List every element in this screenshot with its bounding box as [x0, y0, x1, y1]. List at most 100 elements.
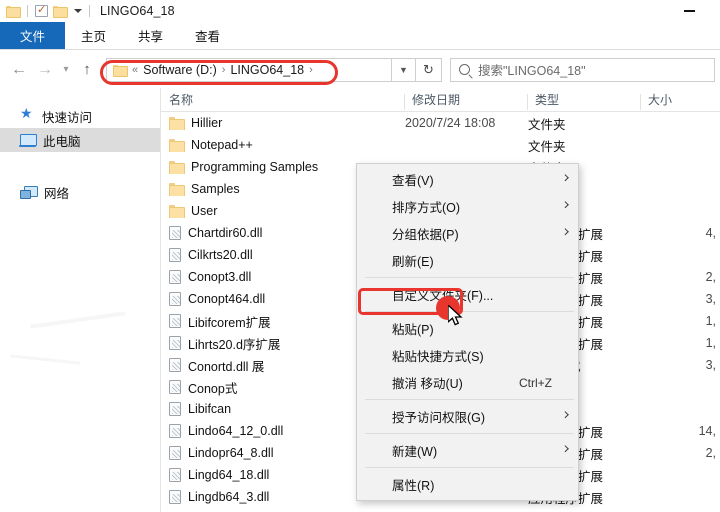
search-box[interactable]: 搜索"LINGO64_18" [450, 57, 715, 82]
tab-file[interactable]: 文件 [0, 22, 66, 49]
tab-share[interactable]: 共享 [122, 22, 179, 49]
new-folder-icon[interactable] [53, 5, 68, 18]
file-size-cell: 3, [705, 292, 716, 306]
dll-icon [169, 468, 181, 482]
column-header-date[interactable]: 修改日期 [404, 91, 527, 110]
address-bar-wrap: « Software (D:) › LINGO64_18 › ▼ ↻ 搜索"LI… [106, 57, 715, 82]
file-name-label: Notepad++ [191, 138, 253, 152]
file-name-label: Cilkrts20.dll [188, 248, 253, 262]
address-bar[interactable]: « Software (D:) › LINGO64_18 › [106, 57, 392, 82]
file-name-label: Conopt464.dll [188, 292, 266, 306]
menu-item-label: 排序方式(O) [392, 201, 461, 215]
sidebar-item-label: 此电脑 [43, 134, 81, 149]
folder-icon[interactable] [6, 5, 21, 18]
chevron-down-icon[interactable] [74, 9, 82, 13]
menu-item[interactable]: 查看(V) [357, 166, 578, 193]
menu-item-label: 自定义文件夹(F)... [392, 289, 494, 303]
folder-icon [169, 117, 185, 130]
forward-button[interactable]: → [32, 57, 58, 83]
menu-item-label: 粘贴(P) [392, 323, 434, 337]
folder-icon [169, 183, 185, 196]
file-name-label: Libifcorem扩展 [188, 315, 271, 330]
file-name-label: Lindopr64_8.dll [188, 446, 274, 460]
dll-icon [169, 446, 181, 460]
sidebar-item-quick-access[interactable]: 快速访问 [0, 104, 160, 128]
chevron-right-icon [561, 227, 569, 235]
search-input[interactable]: 搜索"LINGO64_18" [478, 60, 586, 79]
file-name-label: Conopt3.dll [188, 270, 252, 284]
file-name-label: Lindo64_12_0.dll [188, 424, 284, 438]
menu-separator [365, 467, 574, 468]
chevron-right-icon [561, 200, 569, 208]
menu-item[interactable]: 分组依据(P) [357, 220, 578, 247]
sidebar-item-this-pc[interactable]: 此电脑 [0, 128, 160, 152]
chevron-right-icon [561, 173, 569, 181]
file-name-label: Hillier [191, 116, 223, 130]
menu-item[interactable]: 粘贴快捷方式(S) [357, 342, 578, 369]
file-size-cell: 4, [705, 226, 716, 240]
menu-separator [365, 433, 574, 434]
sidebar-item-label: 快速访问 [42, 110, 93, 125]
breadcrumb-separator-1[interactable]: › [222, 64, 226, 76]
dll-icon [169, 490, 181, 504]
file-name-label: Lingdb64_3.dll [188, 490, 270, 504]
table-row[interactable]: Notepad++ 文件夹 [161, 134, 720, 156]
menu-item[interactable]: 刷新(E) [357, 247, 578, 274]
recent-locations-button[interactable]: ▾ [58, 57, 74, 83]
dll-icon [169, 380, 181, 394]
dll-icon [169, 424, 181, 438]
file-date-cell: 2020/7/24 18:08 [405, 116, 496, 130]
menu-item[interactable]: 授予访问权限(G) [357, 403, 578, 430]
menu-item-label: 分组依据(P) [392, 228, 459, 242]
file-name-label: Programming Samples [191, 160, 319, 174]
file-type-cell: 文件夹 [528, 139, 566, 154]
menu-item[interactable]: 粘贴(P) [357, 315, 578, 342]
menu-item-label: 刷新(E) [392, 255, 434, 269]
file-name-cell: Hillier [161, 116, 404, 130]
tab-view[interactable]: 查看 [179, 22, 236, 49]
file-size-cell: 14, [698, 424, 716, 438]
title-bar: LINGO64_18 [0, 0, 720, 22]
breadcrumb-folder[interactable]: LINGO64_18 [230, 63, 304, 77]
context-menu: 查看(V) 排序方式(O) 分组依据(P) 刷新(E) 自定义文件夹(F)... 粘贴(P… [356, 163, 579, 501]
file-type-cell: 文件夹 [528, 117, 566, 132]
menu-item[interactable]: 新建(W) [357, 437, 578, 464]
sidebar-item-network[interactable]: 网络 [0, 180, 160, 204]
dll-icon [169, 270, 181, 284]
file-size-cell: 3, [705, 358, 716, 372]
breadcrumb-drive[interactable]: Software (D:) [143, 63, 217, 77]
toolbar-divider-2 [89, 5, 90, 17]
refresh-button[interactable]: ↻ [416, 57, 442, 82]
window-title: LINGO64_18 [100, 4, 175, 18]
address-dropdown-icon[interactable]: ▼ [392, 57, 416, 82]
file-name-label: Conop式 [188, 381, 238, 396]
breadcrumb-separator-2[interactable]: › [309, 64, 313, 76]
menu-item[interactable]: 撤消 移动(U) Ctrl+Z [357, 369, 578, 396]
address-prefix: « [132, 63, 139, 76]
menu-item[interactable]: 自定义文件夹(F)... [357, 281, 578, 308]
table-row[interactable]: Hillier 2020/7/24 18:08 文件夹 [161, 112, 720, 134]
file-explorer-window: LINGO64_18 文件 主页 共享 查看 ← → ▾ ↑ « Softwar… [0, 0, 720, 512]
properties-checkbox-icon[interactable] [35, 3, 48, 17]
menu-item[interactable]: 属性(R) [357, 471, 578, 498]
file-name-label: Lihrts20.d序扩展 [188, 337, 281, 352]
quick-access-toolbar [0, 3, 92, 18]
file-size-cell: 2, [705, 446, 716, 460]
chevron-right-icon [561, 410, 569, 418]
menu-item[interactable]: 排序方式(O) [357, 193, 578, 220]
column-header-size[interactable]: 大小 [640, 91, 720, 110]
tab-home[interactable]: 主页 [65, 22, 122, 49]
file-name-label: Chartdir60.dll [188, 226, 263, 240]
folder-icon [169, 161, 185, 174]
back-button[interactable]: ← [6, 57, 32, 83]
dll-icon [169, 248, 181, 262]
column-header-type[interactable]: 类型 [527, 91, 640, 110]
column-header-name[interactable]: 名称 [161, 91, 404, 108]
dll-icon [169, 226, 181, 240]
search-icon [459, 64, 470, 75]
up-button[interactable]: ↑ [74, 57, 100, 83]
menu-item-label: 撤消 移动(U) [392, 377, 463, 391]
dll-icon [169, 292, 181, 306]
minimize-button[interactable] [668, 0, 710, 22]
